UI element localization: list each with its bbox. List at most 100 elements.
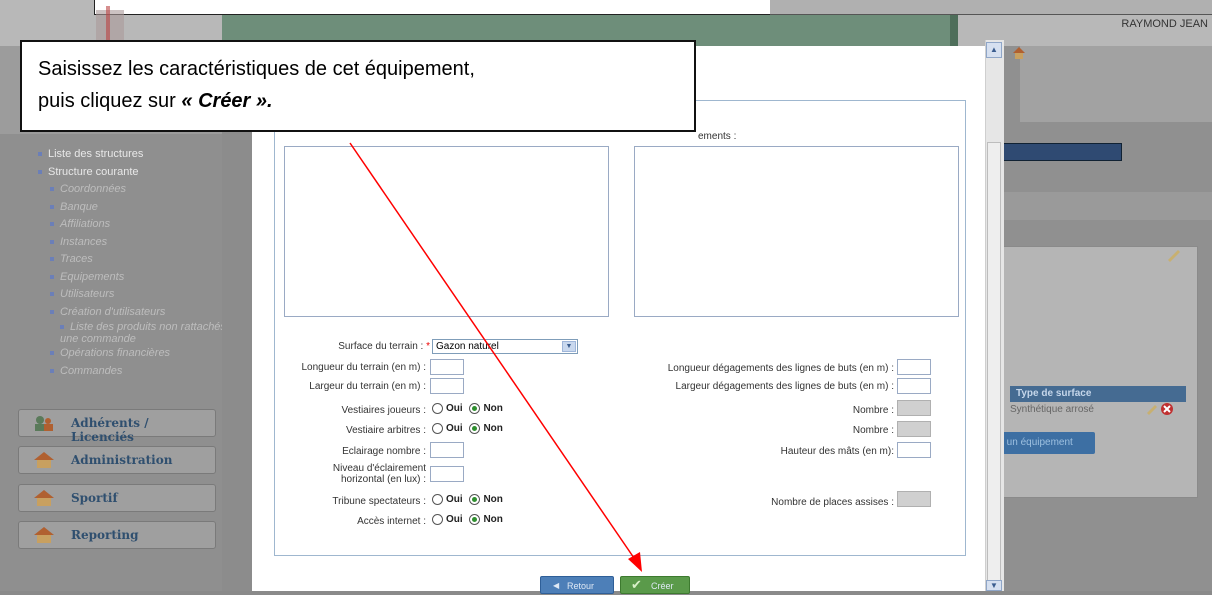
bullet-icon xyxy=(38,169,42,174)
sidebar-item[interactable]: Liste des produits non rattachés à une c… xyxy=(38,321,240,345)
sidebar-item[interactable]: Commandes xyxy=(38,363,240,381)
eclairage-label: Eclairage nombre : xyxy=(342,446,426,457)
acces-internet-radios: Oui Non xyxy=(432,514,507,525)
largeur-degagements-input[interactable] xyxy=(897,378,931,394)
vestiaire-arbitres-label: Vestiaire arbitres : xyxy=(345,425,426,436)
sidebar-item-label: Liste des produits non rattachés à une c… xyxy=(60,321,236,345)
background-header-panel xyxy=(1020,46,1212,122)
checkmark-icon: ✔ xyxy=(631,577,642,592)
top-input-strip xyxy=(94,0,772,15)
sidebar-item[interactable]: Liste des structures xyxy=(38,146,240,164)
sidebar-item[interactable]: Utilisateurs xyxy=(38,286,240,304)
user-name[interactable]: RAYMOND JEAN xyxy=(1080,18,1208,30)
sidebar-item-label: Commandes xyxy=(60,364,123,377)
sidebar-item[interactable]: Instances xyxy=(38,234,240,252)
users-icon xyxy=(35,416,53,431)
callout-line-1: Saisissez les caractéristiques de cet éq… xyxy=(38,58,475,80)
house-icon xyxy=(34,527,54,543)
eclairage-input[interactable] xyxy=(430,442,464,458)
longueur-label: Longueur du terrain (en m) : xyxy=(301,362,426,373)
background-equipment-panel xyxy=(996,246,1198,498)
hauteur-mats-label: Hauteur des mâts (en m): xyxy=(780,446,894,457)
bullet-icon xyxy=(50,187,54,192)
surface-select[interactable]: Gazon naturel ▼ xyxy=(432,339,578,354)
tribune-radios: Oui Non xyxy=(432,494,507,505)
scroll-thumb[interactable] xyxy=(987,142,1001,582)
sidebar-item[interactable]: Opérations financières xyxy=(38,345,240,363)
comments-textarea[interactable] xyxy=(284,146,609,317)
sidebar-item-label: Traces xyxy=(60,253,93,265)
section-adherents-button[interactable]: Adhérents / Licenciés xyxy=(18,409,216,444)
bullet-icon xyxy=(50,239,54,244)
sidebar-item[interactable]: Structure courante xyxy=(38,164,240,182)
niveau-input[interactable] xyxy=(430,466,464,482)
scroll-down-button[interactable]: ▼ xyxy=(986,580,1002,591)
top-right-strip xyxy=(770,0,1212,15)
radio-oui[interactable] xyxy=(432,494,443,505)
radio-oui[interactable] xyxy=(432,403,443,414)
section-label: Sportif xyxy=(71,491,118,505)
sidebar-item[interactable]: Banque xyxy=(38,199,240,217)
hauteur-mats-input[interactable] xyxy=(897,442,931,458)
bullet-icon xyxy=(50,257,54,262)
radio-oui[interactable] xyxy=(432,423,443,434)
instruction-callout xyxy=(20,40,696,132)
bullet-icon xyxy=(60,325,64,330)
vestiaire-arbitres-radios: Oui Non xyxy=(432,423,507,434)
edit-icon[interactable] xyxy=(1166,248,1182,262)
radio-non[interactable] xyxy=(469,514,481,525)
longueur-input[interactable] xyxy=(430,359,464,375)
sidebar-item[interactable]: Equipements xyxy=(38,269,240,287)
callout-line-2: puis cliquez sur « Créer ». xyxy=(38,90,273,112)
home-icon[interactable] xyxy=(1012,46,1026,60)
create-button[interactable]: ✔ Créer xyxy=(620,576,690,594)
sidebar-item-label: Instances xyxy=(60,235,108,248)
radio-oui[interactable] xyxy=(432,514,443,525)
section-reporting-button[interactable]: Reporting xyxy=(18,521,216,549)
bullet-icon xyxy=(50,351,54,356)
longueur-degagements-input[interactable] xyxy=(897,359,931,375)
sidebar-item-label: Equipements xyxy=(60,270,125,283)
bullet-icon xyxy=(50,292,54,297)
surface-label: Surface du terrain : * xyxy=(338,341,430,352)
tribune-label: Tribune spectateurs : xyxy=(332,496,426,507)
sidebar-item-label: Utilisateurs xyxy=(60,288,115,300)
largeur-degagements-label: Largeur dégagements des lignes de buts (… xyxy=(675,381,894,392)
sidebar-item-label: Opérations financières xyxy=(60,347,171,359)
chevron-down-icon: ▼ xyxy=(562,341,576,352)
table-header: Type de surface xyxy=(1010,386,1186,402)
scroll-up-button[interactable]: ▲ xyxy=(986,42,1002,58)
sidebar-item-label: Création d'utilisateurs xyxy=(60,305,166,318)
radio-non[interactable] xyxy=(469,423,481,434)
sidebar-item-label: Affiliations xyxy=(60,218,111,230)
equipment-textarea[interactable] xyxy=(634,146,959,317)
radio-non[interactable] xyxy=(469,403,481,414)
sidebar-item[interactable]: Création d'utilisateurs xyxy=(38,304,240,322)
delete-icon[interactable] xyxy=(1160,402,1174,416)
sidebar-item[interactable]: Traces xyxy=(38,251,240,269)
nombre-joueurs-input xyxy=(897,400,931,416)
places-assises-label: Nombre de places assises : xyxy=(771,497,894,508)
section-label: Adhérents / Licenciés xyxy=(71,416,149,444)
nombre-joueurs-label: Nombre : xyxy=(852,405,894,416)
radio-non[interactable] xyxy=(469,494,481,505)
sidebar-item[interactable]: Affiliations xyxy=(38,216,240,234)
largeur-input[interactable] xyxy=(430,378,464,394)
sidebar-item[interactable]: Coordonnées xyxy=(38,181,240,199)
nombre-arbitres-input xyxy=(897,421,931,437)
bullet-icon xyxy=(38,152,42,157)
section-sportif-button[interactable]: Sportif xyxy=(18,484,216,512)
textarea-label: ements : xyxy=(698,131,737,142)
back-button[interactable]: ◀ Retour xyxy=(540,576,614,594)
federation-logo xyxy=(96,6,124,42)
sidebar-item-label: Coordonnées xyxy=(60,183,127,195)
vestiaires-joueurs-label: Vestiaires joueurs : xyxy=(341,405,427,416)
house-icon xyxy=(34,452,54,468)
edit-icon[interactable] xyxy=(1146,403,1158,415)
section-administration-button[interactable]: Administration xyxy=(18,446,216,474)
bullet-icon xyxy=(50,309,54,314)
background-toolbar xyxy=(985,192,1212,220)
bullet-icon xyxy=(50,274,54,279)
sidebar-item-label: Liste des structures xyxy=(48,148,144,160)
section-label: Reporting xyxy=(71,528,139,542)
